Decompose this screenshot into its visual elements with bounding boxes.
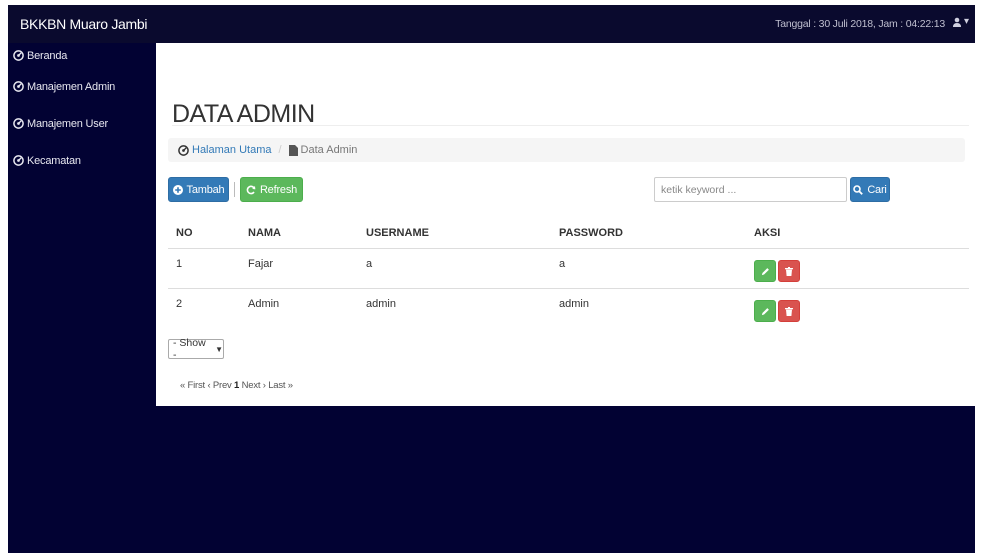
sidebar: Beranda Manajemen Admin Manajemen User K… (8, 43, 156, 179)
column-header-password: PASSWORD (559, 227, 623, 239)
main-content: DATA ADMIN Halaman Utama / Data Admin Ta… (156, 43, 975, 406)
cell-no: 1 (176, 258, 183, 270)
pagination-prev[interactable]: ‹ Prev (207, 380, 231, 391)
user-icon (952, 17, 961, 27)
trash-icon (785, 306, 793, 316)
dashboard-icon (178, 144, 189, 156)
column-header-no: NO (176, 227, 193, 239)
table-row: 2 Admin admin admin (168, 288, 969, 328)
edit-button[interactable] (754, 260, 776, 282)
trash-icon (785, 266, 793, 276)
toolbar-divider (234, 182, 235, 197)
caret-down-icon: ▼ (215, 344, 223, 354)
sidebar-item-label: Manajemen User (27, 117, 108, 130)
dashboard-icon (13, 50, 24, 61)
dashboard-icon (13, 155, 24, 166)
add-button-label: Tambah (186, 183, 225, 196)
cell-no: 2 (176, 298, 183, 310)
user-menu[interactable]: ▾ (952, 16, 969, 27)
search-button-label: Cari (867, 183, 887, 196)
delete-button[interactable] (778, 260, 800, 282)
breadcrumb-current-label: Data Admin (300, 144, 358, 156)
sidebar-item-label: Beranda (27, 49, 68, 62)
delete-button[interactable] (778, 300, 800, 322)
cell-username: admin (366, 298, 396, 310)
sidebar-item-manajemen-user[interactable]: Manajemen User (8, 105, 156, 142)
column-header-aksi: AKSI (754, 227, 781, 239)
table-row: 1 Fajar a a (168, 249, 969, 288)
table-header-row: NO NAMA USERNAME PASSWORD AKSI (168, 220, 969, 249)
cell-password: admin (559, 298, 589, 310)
dashboard-icon (13, 81, 24, 92)
breadcrumb: Halaman Utama / Data Admin (168, 138, 965, 162)
refresh-icon (246, 185, 256, 194)
cell-password: a (559, 258, 566, 270)
pagination: « First ‹ Prev 1 Next › Last » (180, 380, 293, 391)
sidebar-item-label: Kecamatan (27, 154, 81, 167)
refresh-button[interactable]: Refresh (240, 177, 303, 202)
sidebar-item-kecamatan[interactable]: Kecamatan (8, 142, 156, 179)
plus-circle-icon (172, 184, 183, 195)
date-time-display: Tanggal : 30 Juli 2018, Jam : 04:22:13 (775, 18, 945, 30)
refresh-button-label: Refresh (259, 183, 298, 196)
pencil-icon (761, 307, 769, 315)
pagination-first[interactable]: « First (180, 380, 205, 391)
cell-nama: Fajar (248, 258, 274, 270)
column-header-nama: NAMA (248, 227, 281, 239)
edit-button[interactable] (754, 300, 776, 322)
breadcrumb-separator: / (278, 144, 282, 156)
breadcrumb-home-label: Halaman Utama (192, 144, 272, 156)
row-actions (754, 260, 800, 282)
add-button[interactable]: Tambah (168, 177, 229, 202)
sidebar-item-beranda[interactable]: Beranda (8, 43, 156, 68)
file-icon (288, 144, 298, 156)
admin-table: NO NAMA USERNAME PASSWORD AKSI 1 Fajar a… (168, 220, 969, 328)
search-icon (853, 184, 864, 195)
title-divider (172, 125, 969, 126)
app-frame: BKKBN Muaro Jambi Tanggal : 30 Juli 2018… (8, 5, 975, 553)
pencil-icon (761, 267, 769, 275)
row-actions (754, 300, 800, 322)
dashboard-icon (13, 118, 24, 129)
sidebar-item-manajemen-admin[interactable]: Manajemen Admin (8, 68, 156, 105)
show-entries-value: - Show - (173, 337, 206, 361)
brand-logo[interactable]: BKKBN Muaro Jambi (20, 16, 147, 32)
top-navbar: BKKBN Muaro Jambi Tanggal : 30 Juli 2018… (8, 5, 975, 43)
search-button[interactable]: Cari (850, 177, 890, 202)
pagination-last[interactable]: Last » (268, 380, 293, 391)
cell-username: a (366, 258, 373, 270)
pagination-current-page: 1 (234, 380, 240, 391)
breadcrumb-current: Data Admin (288, 144, 358, 156)
column-header-username: USERNAME (366, 227, 429, 239)
pagination-next[interactable]: Next › (242, 380, 266, 391)
sidebar-item-label: Manajemen Admin (27, 80, 116, 93)
cell-nama: Admin (248, 298, 280, 310)
show-entries-select[interactable]: - Show - ▼ (168, 337, 224, 361)
caret-down-icon: ▾ (963, 16, 969, 27)
breadcrumb-home-link[interactable]: Halaman Utama (178, 144, 271, 156)
search-input[interactable] (654, 177, 847, 202)
